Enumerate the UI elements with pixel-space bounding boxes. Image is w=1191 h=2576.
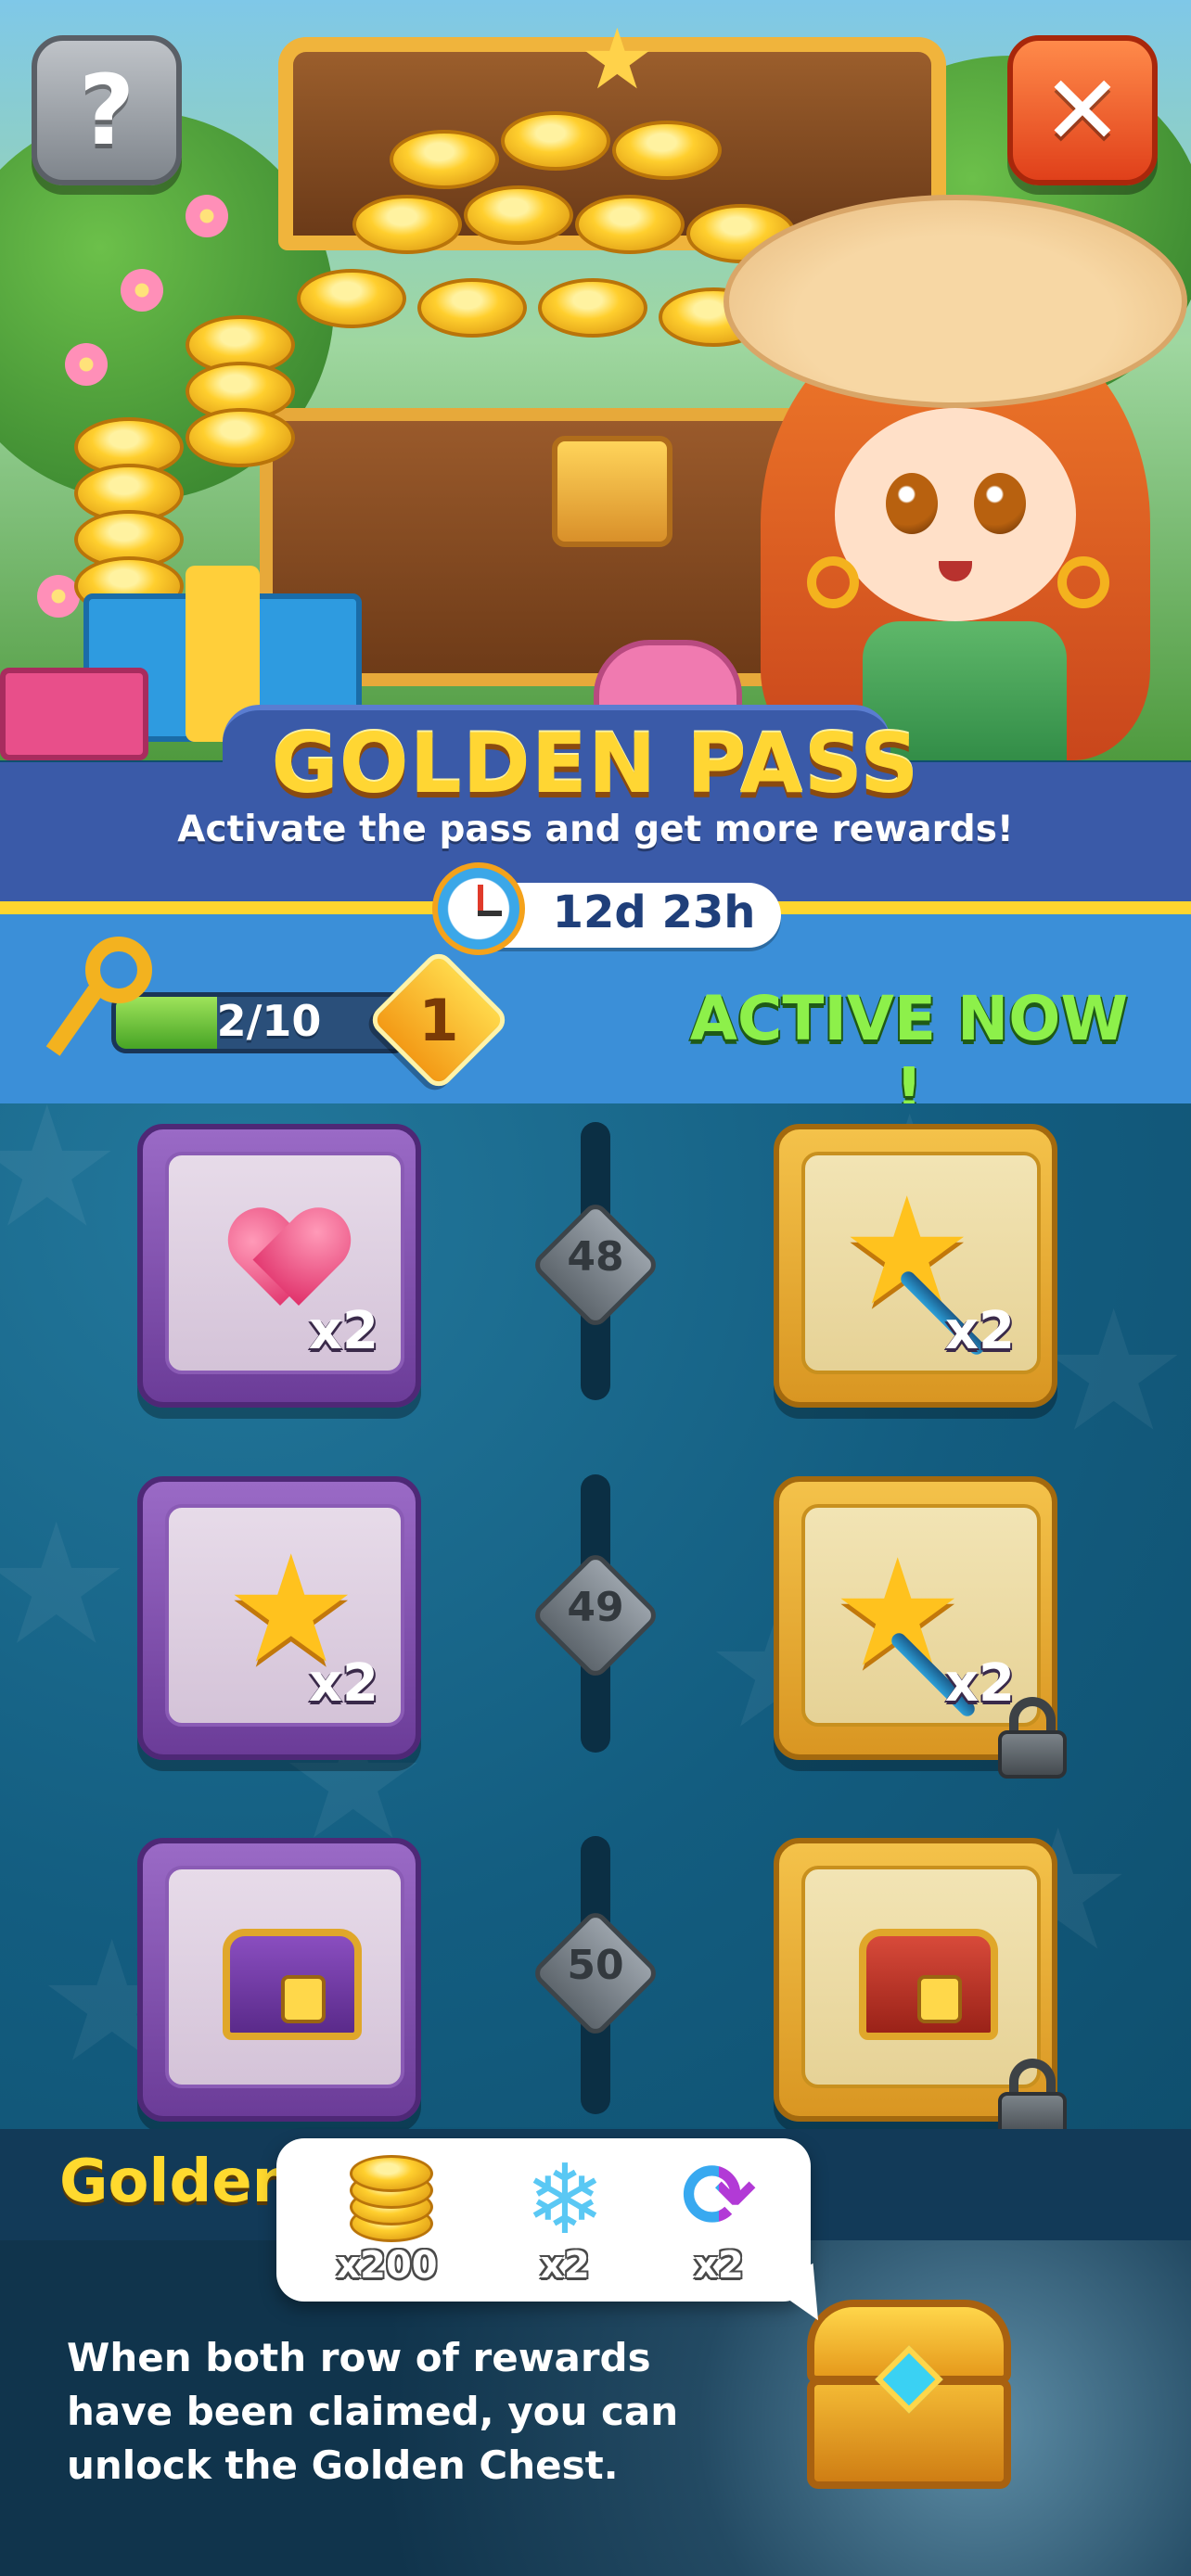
chest-lock-plate <box>552 436 672 547</box>
golden-chest-label: Golden <box>59 2148 295 2216</box>
star-ornament-icon: ★ <box>580 11 655 108</box>
earring-icon <box>807 556 859 608</box>
reward-track[interactable]: ★ ★ ★ ★ ★ ★ ★ ★ ★ x2 48 ★ x2 ★ x2 49 ★ x… <box>0 1103 1191 2133</box>
character-eye <box>974 473 1026 534</box>
popup-reward-qty: x2 <box>694 2244 744 2287</box>
pass-level-number: 1 <box>418 987 459 1054</box>
coin-icon <box>352 195 462 254</box>
golden-reward-tile[interactable]: ★ x2 <box>774 1124 1057 1408</box>
background-star-icon: ★ <box>0 1488 132 1682</box>
character-face <box>835 408 1076 621</box>
coin-icon <box>186 408 295 467</box>
alarm-clock-icon <box>432 862 525 955</box>
popup-reward-shuffle: ⟳ x2 <box>649 2151 788 2290</box>
timer-text: 12d 23h <box>552 886 756 938</box>
heart-icon <box>234 1213 345 1315</box>
coins-icon <box>340 2151 433 2244</box>
page-subtitle: Activate the pass and get more rewards! <box>177 809 1014 850</box>
popup-reward-qty: x2 <box>540 2244 590 2287</box>
flower-decoration <box>186 195 228 237</box>
red-chest-icon <box>859 1929 998 2040</box>
purple-chest-icon <box>223 1929 362 2040</box>
level-number: 50 <box>567 1942 624 1989</box>
coin-icon <box>464 185 573 245</box>
popup-reward-freeze: ❄ x2 <box>495 2151 634 2290</box>
close-icon: ✕ <box>1042 54 1123 167</box>
reward-quantity: x2 <box>944 1301 1015 1361</box>
character-hat <box>724 195 1187 408</box>
close-button[interactable]: ✕ <box>1007 35 1158 185</box>
coin-icon <box>417 278 527 338</box>
coin-icon <box>501 111 610 171</box>
flower-decoration <box>37 575 80 618</box>
reward-quantity: x2 <box>308 1653 378 1714</box>
earring-icon <box>1057 556 1109 608</box>
level-number: 49 <box>567 1584 624 1631</box>
free-reward-tile[interactable] <box>137 1838 421 2122</box>
level-number: 48 <box>567 1233 624 1281</box>
lock-icon <box>998 2059 1067 2133</box>
character-girl <box>724 195 1187 760</box>
snowflake-icon: ❄ <box>524 2143 606 2256</box>
coin-icon <box>538 278 647 338</box>
background-star-icon: ★ <box>0 1103 122 1265</box>
free-reward-tile[interactable]: x2 <box>137 1124 421 1408</box>
question-icon: ? <box>78 54 135 167</box>
free-reward-tile[interactable]: ★ x2 <box>137 1476 421 1760</box>
golden-chest-button[interactable] <box>798 2300 1020 2494</box>
coin-icon <box>297 269 406 328</box>
character-eye <box>886 473 938 534</box>
background-star-icon: ★ <box>1039 1275 1189 1469</box>
lock-icon <box>998 1697 1067 1779</box>
shuffle-icon: ⟳ <box>672 2151 765 2244</box>
help-button[interactable]: ? <box>32 35 182 185</box>
coin-icon <box>575 195 685 254</box>
page-title: GOLDEN PASS <box>271 716 920 811</box>
popup-reward-coins: x200 <box>317 2151 456 2290</box>
golden-chest-description: When both row of rewards have been claim… <box>67 2335 679 2488</box>
flower-decoration <box>65 343 108 386</box>
reward-quantity: x2 <box>308 1301 378 1361</box>
popup-reward-qty: x200 <box>336 2244 438 2287</box>
coin-icon <box>612 121 722 180</box>
flower-decoration <box>121 269 163 312</box>
coin-icon <box>390 130 499 189</box>
